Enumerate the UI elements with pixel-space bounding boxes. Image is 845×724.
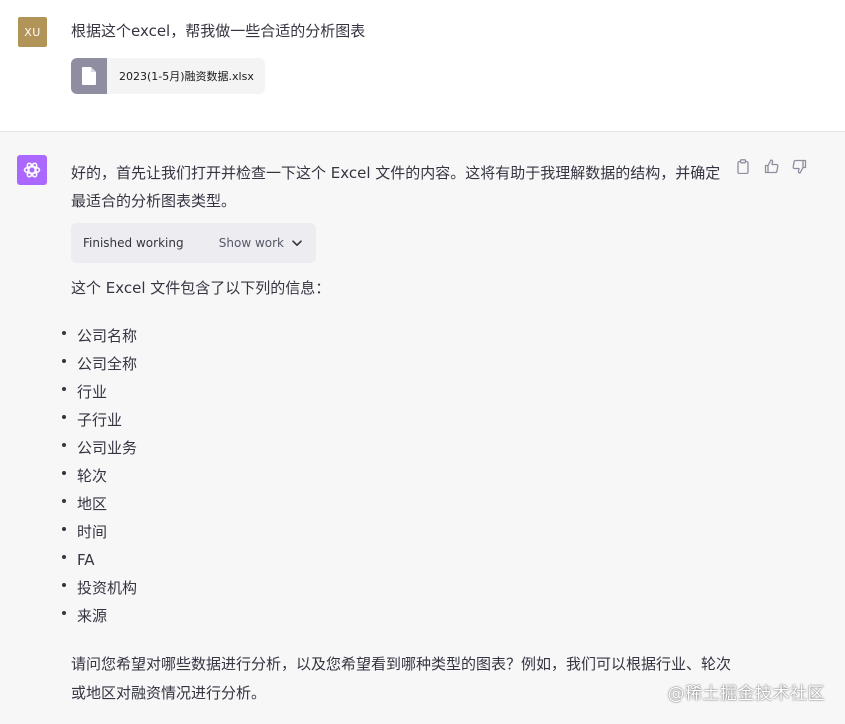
work-status-label: Finished working: [83, 236, 184, 250]
list-item: 公司业务: [62, 434, 137, 462]
watermark: @稀土掘金技术社区: [667, 684, 825, 704]
list-item: 公司全称: [62, 350, 137, 378]
message-actions: [735, 158, 807, 174]
list-item: 时间: [62, 518, 137, 546]
openai-logo-icon: [17, 155, 47, 185]
user-message-row: XU 根据这个excel，帮我做一些合适的分析图表 2023(1-5月)融资数据…: [0, 0, 845, 132]
attached-file-name: 2023(1-5月)融资数据.xlsx: [119, 70, 254, 83]
show-work-label: Show work: [218, 236, 284, 250]
list-item: 公司名称: [62, 322, 137, 350]
columns-intro-text: 这个 Excel 文件包含了以下列的信息：: [71, 279, 331, 297]
list-item: 投资机构: [62, 574, 137, 602]
file-icon: [71, 58, 107, 94]
list-item: FA: [62, 546, 137, 574]
list-item: 轮次: [62, 462, 137, 490]
list-item: 子行业: [62, 406, 137, 434]
attached-file-chip[interactable]: 2023(1-5月)融资数据.xlsx: [71, 58, 265, 94]
list-item: 来源: [62, 602, 137, 630]
clipboard-icon[interactable]: [735, 158, 751, 174]
thumbs-up-icon[interactable]: [763, 158, 779, 174]
assistant-intro-text: 好的，首先让我们打开并检查一下这个 Excel 文件的内容。这将有助于我理解数据…: [71, 164, 721, 210]
column-list: 公司名称 公司全称 行业 子行业 公司业务 轮次 地区 时间 FA 投资机构 来…: [62, 322, 137, 630]
chevron-down-icon: [292, 239, 302, 246]
assistant-question-text: 请问您希望对哪些数据进行分析，以及您希望看到哪种类型的图表？例如，我们可以根据行…: [71, 655, 732, 702]
user-avatar-initials: XU: [24, 25, 41, 39]
list-item: 地区: [62, 490, 137, 518]
assistant-message-row: 好的，首先让我们打开并检查一下这个 Excel 文件的内容。这将有助于我理解数据…: [0, 132, 845, 724]
user-message-text: 根据这个excel，帮我做一些合适的分析图表: [71, 22, 366, 40]
thumbs-down-icon[interactable]: [791, 158, 807, 174]
show-work-button[interactable]: Show work: [219, 236, 302, 250]
code-interpreter-status: Finished working Show work: [71, 223, 316, 263]
list-item: 行业: [62, 378, 137, 406]
user-avatar: XU: [18, 17, 47, 47]
